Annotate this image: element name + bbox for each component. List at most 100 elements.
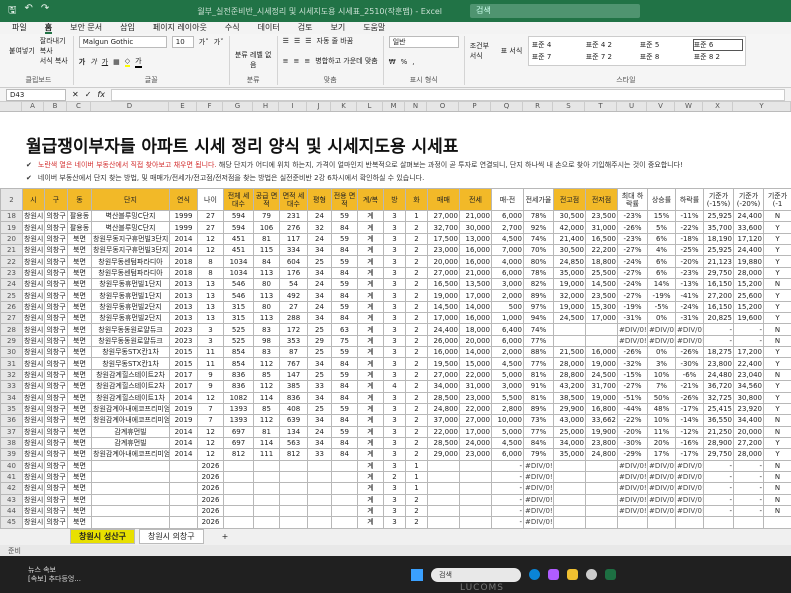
row-header[interactable]: 38 (0, 436, 23, 450)
cell[interactable]: 계 (357, 334, 384, 348)
cell[interactable] (91, 516, 170, 529)
cell[interactable]: 12 (197, 391, 224, 404)
row-header[interactable]: 39 (0, 448, 23, 461)
cell[interactable]: 5,000 (491, 368, 524, 382)
cell[interactable]: N (763, 278, 791, 291)
news-widget[interactable]: 뉴스 속보 [속보] 추다등엉... (28, 566, 81, 584)
cell[interactable]: 창원감계아내에코프리미엄2차 (91, 414, 170, 427)
cell[interactable]: 계 (357, 402, 384, 416)
cell[interactable]: 19,000 (427, 289, 460, 302)
file-explorer-icon[interactable] (567, 569, 579, 580)
cell[interactable]: 88% (523, 346, 554, 359)
cell[interactable]: 9 (197, 368, 224, 382)
column-header-T[interactable]: T (585, 102, 617, 111)
cell[interactable]: 2026 (197, 470, 224, 484)
cell[interactable]: 0% (647, 346, 676, 359)
cell[interactable]: -15% (617, 368, 648, 382)
cell[interactable]: 315 (223, 312, 254, 325)
cell[interactable]: 25 (307, 323, 332, 336)
cell[interactable]: 4,500 (491, 357, 524, 370)
row-header[interactable]: 28 (0, 323, 23, 336)
cell[interactable]: 30,800 (733, 391, 764, 404)
cell[interactable]: -20% (617, 425, 648, 438)
cell[interactable]: 창원시 (22, 300, 45, 314)
cell[interactable]: N (763, 334, 791, 348)
cell[interactable]: 74% (523, 232, 554, 246)
cell[interactable]: 계 (357, 300, 384, 314)
cell[interactable]: 창원시 (22, 504, 45, 518)
cell[interactable]: 의창구 (44, 414, 68, 427)
cell[interactable]: 의창구 (44, 289, 68, 302)
cell[interactable]: 23,500 (585, 289, 618, 302)
cell[interactable]: 2,800 (491, 402, 524, 416)
cell[interactable]: 42,000 (553, 221, 586, 234)
cell[interactable]: 134 (279, 425, 308, 438)
shrink-font-icon[interactable]: 가˅ (214, 37, 224, 47)
cell[interactable]: #DIV/0! (647, 470, 676, 484)
cell[interactable] (91, 470, 170, 484)
cell[interactable]: Y (763, 221, 791, 234)
cell[interactable]: 80% (523, 255, 554, 268)
cell[interactable]: -22% (675, 221, 704, 234)
cell[interactable] (733, 516, 764, 529)
cell[interactable]: 의창구 (44, 482, 68, 495)
cell[interactable] (585, 482, 618, 495)
cell[interactable]: 북면 (67, 266, 92, 280)
cell[interactable]: - (733, 334, 764, 348)
cell[interactable]: 63 (331, 323, 358, 336)
row-header[interactable]: 26 (0, 300, 23, 314)
column-header-D[interactable]: D (91, 102, 169, 111)
cell[interactable]: -23% (617, 209, 648, 223)
cell[interactable] (459, 493, 492, 506)
cell[interactable]: #DIV/0! (647, 334, 676, 348)
cell[interactable]: 2,000 (491, 346, 524, 359)
cell[interactable]: Y (763, 436, 791, 450)
cell[interactable] (585, 323, 618, 336)
wrap-text-button[interactable]: 자동 줄 바꿈 (317, 36, 354, 46)
cell[interactable]: 2 (405, 244, 428, 257)
cell[interactable]: 18,000 (459, 323, 492, 336)
cell[interactable]: 25 (307, 346, 332, 359)
column-header-Q[interactable]: Q (491, 102, 523, 111)
tab-1[interactable]: 홈 (44, 22, 53, 34)
cell[interactable]: 25 (307, 368, 332, 382)
row-header[interactable]: 19 (0, 221, 23, 234)
cell[interactable]: -27% (617, 380, 648, 393)
cell[interactable]: 계 (357, 244, 384, 257)
cell[interactable]: 20,825 (703, 312, 734, 325)
cell[interactable]: 22,000 (459, 402, 492, 416)
cell[interactable]: 50% (647, 391, 676, 404)
cell[interactable] (279, 493, 308, 506)
cell[interactable] (169, 459, 198, 472)
cell[interactable]: - (733, 504, 764, 518)
cell[interactable] (223, 459, 254, 472)
cell[interactable]: 창원시 (22, 391, 45, 404)
cell[interactable]: 84 (331, 436, 358, 450)
cell[interactable]: -27% (617, 266, 648, 280)
cell[interactable]: 17,000 (459, 289, 492, 302)
cell[interactable]: 30,000 (459, 221, 492, 234)
cell[interactable]: 12 (197, 448, 224, 461)
excel-icon[interactable] (605, 569, 617, 580)
cell[interactable]: 33,600 (733, 221, 764, 234)
cell[interactable]: 의창구 (44, 380, 68, 393)
cell[interactable]: N (763, 459, 791, 472)
cell[interactable]: - (733, 482, 764, 495)
cell[interactable]: 14,500 (585, 278, 618, 291)
cell[interactable] (427, 482, 460, 495)
cell[interactable]: 24 (307, 278, 332, 291)
cell[interactable]: 28,500 (427, 391, 460, 404)
cell[interactable]: 창원시 (22, 425, 45, 438)
cell[interactable]: 836 (223, 380, 254, 393)
cell[interactable] (223, 482, 254, 495)
cell[interactable]: 9 (197, 380, 224, 393)
cell[interactable]: 27,000 (427, 209, 460, 223)
cell[interactable]: 20,000 (459, 334, 492, 348)
cell[interactable]: 창원무동지구휴먼빌3단지 (91, 232, 170, 246)
cell[interactable]: 854 (223, 346, 254, 359)
tab-2[interactable]: 보안 문서 (70, 22, 102, 34)
cell[interactable] (279, 516, 308, 529)
cell[interactable]: 16,000 (585, 346, 618, 359)
cell[interactable]: 북면 (67, 244, 92, 257)
cell[interactable]: Y (763, 346, 791, 359)
